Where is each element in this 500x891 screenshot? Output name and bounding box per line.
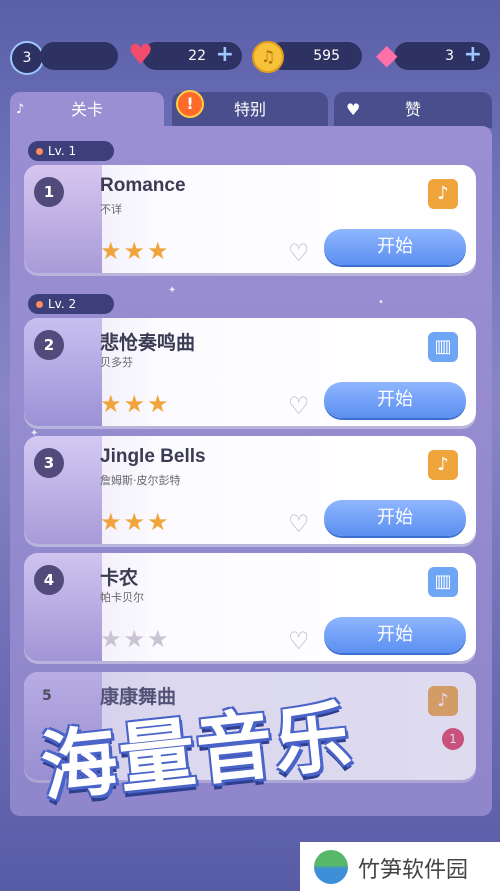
heart-icon: ♥ (128, 38, 154, 71)
guitar-icon: ♪ (428, 686, 458, 716)
song-number: 2 (34, 330, 64, 360)
song-number: 5 (42, 688, 52, 704)
sparkle-icon: ✦ (168, 285, 177, 296)
alert-icon: ! (176, 90, 204, 118)
guitar-icon: ♪ (428, 450, 458, 480)
tab-special-label: 特别 (233, 100, 266, 119)
song-artwork (24, 436, 102, 544)
song-artist: 帕卡贝尔 (100, 591, 144, 604)
music-note-icon: ♪ (16, 102, 25, 117)
tab-special[interactable]: ! 特别 (172, 90, 328, 128)
hearts-counter: 22 + (142, 42, 242, 70)
gem-icon: ◆ (376, 38, 398, 71)
like-heart-icon[interactable]: ♡ (288, 239, 310, 267)
player-level-badge: 3 (10, 41, 44, 75)
tab-levels-label: 关卡 (70, 100, 103, 119)
guitar-icon: ♪ (428, 179, 458, 209)
level-header-2: Lv. 2 (28, 294, 114, 314)
tab-levels[interactable]: ♪ 关卡 (10, 92, 164, 128)
song-artwork (24, 165, 102, 273)
add-gems-button[interactable]: + (464, 42, 482, 67)
coins-value: 595 (313, 48, 340, 64)
song-artwork (24, 318, 102, 426)
piano-icon: ▥ (428, 567, 458, 597)
like-heart-icon[interactable]: ♡ (288, 627, 310, 655)
song-card-2[interactable]: 2 悲怆奏鸣曲 贝多芬 ★★★ ♡ 开始 ▥ (24, 318, 476, 426)
start-button[interactable]: 开始 (324, 229, 466, 265)
song-artist: 不详 (100, 203, 122, 216)
song-card-4[interactable]: 4 卡农 帕卡贝尔 ★★★ ♡ 开始 ▥ (24, 553, 476, 661)
start-button[interactable]: 开始 (324, 500, 466, 536)
level-progress-bar (40, 42, 118, 70)
heart-outline-icon: ♥ (346, 100, 361, 119)
song-title: 悲怆奏鸣曲 (100, 333, 196, 354)
hearts-value: 22 (188, 48, 206, 64)
watermark-text: 竹笋软件园 (358, 858, 469, 883)
song-card-1[interactable]: 1 Romance 不详 ★★★ ♡ 开始 ♪ (24, 165, 476, 273)
song-title: 卡农 (100, 568, 139, 589)
song-artwork (24, 553, 102, 661)
notification-badge: 1 (442, 728, 464, 750)
level-header-1: Lv. 1 (28, 141, 114, 161)
add-hearts-button[interactable]: + (216, 42, 234, 67)
piano-icon: ▥ (428, 332, 458, 362)
song-number: 4 (34, 565, 64, 595)
sparkle-icon: • (378, 297, 384, 308)
star-rating: ★★★ (100, 625, 171, 653)
gems-counter: 3 + (394, 42, 490, 70)
song-artist: 詹姆斯·皮尔彭特 (100, 474, 181, 487)
start-button[interactable]: 开始 (324, 382, 466, 418)
song-title: Romance (100, 175, 186, 196)
like-heart-icon[interactable]: ♡ (288, 392, 310, 420)
star-rating: ★★★ (100, 390, 171, 418)
tab-likes[interactable]: ♥ 赞 (334, 92, 492, 128)
song-title: Jingle Bells (100, 446, 206, 467)
coin-icon: ♫ (252, 41, 284, 73)
gems-value: 3 (445, 48, 454, 64)
start-button[interactable]: 开始 (324, 617, 466, 653)
song-number: 1 (34, 177, 64, 207)
star-rating: ★★★ (100, 237, 171, 265)
song-artist: 贝多芬 (100, 356, 133, 369)
watermark: 竹笋软件园 (300, 842, 500, 891)
star-rating: ★★★ (100, 508, 171, 536)
like-heart-icon[interactable]: ♡ (288, 510, 310, 538)
watermark-logo-icon (314, 850, 348, 884)
song-card-3[interactable]: 3 Jingle Bells 詹姆斯·皮尔彭特 ★★★ ♡ 开始 ♪ (24, 436, 476, 544)
tab-likes-label: 赞 (404, 100, 421, 119)
song-number: 3 (34, 448, 64, 478)
